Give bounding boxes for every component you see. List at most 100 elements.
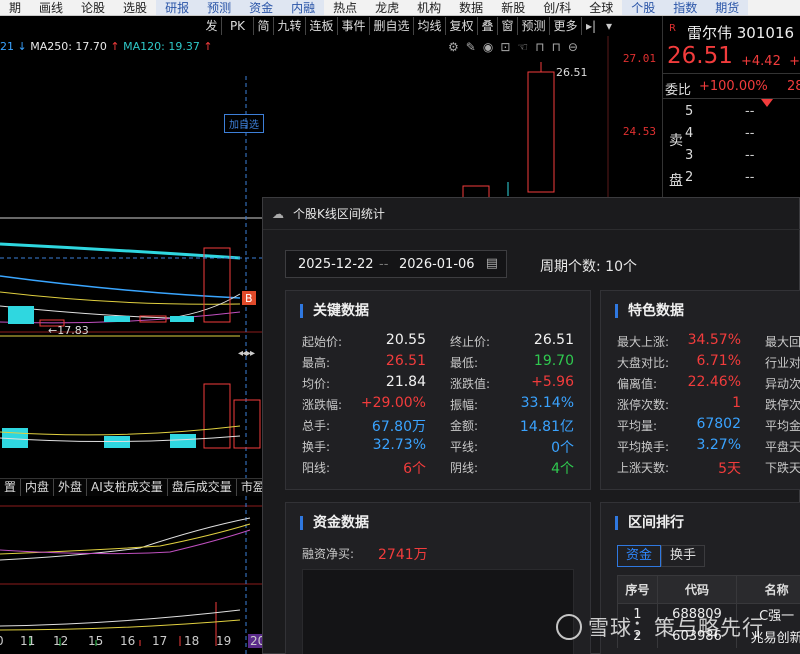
menu-item[interactable]: 数据: [450, 0, 492, 15]
edit-pen-icon[interactable]: ✎: [466, 40, 483, 54]
hand-icon[interactable]: ☜: [517, 40, 535, 54]
arrow-right-bar-icon[interactable]: ▸|: [586, 17, 596, 35]
expand-arrow-icon[interactable]: [761, 99, 773, 107]
high-price-label: 26.51: [556, 66, 588, 79]
toolbar-button[interactable]: 九转: [274, 17, 306, 35]
ask-volume: --: [745, 148, 755, 163]
weibi-value-2: 28: [787, 79, 800, 94]
toolbar-button[interactable]: 叠: [478, 17, 498, 35]
toolbar-button[interactable]: PK: [222, 17, 254, 35]
stat-label: 金额:: [450, 419, 479, 433]
toolbar-button[interactable]: 删自选: [370, 17, 414, 35]
stat-label: 大盘对比:: [617, 356, 670, 370]
calendar-icon[interactable]: ▤: [486, 256, 498, 271]
toolbar-button[interactable]: 预测: [518, 17, 550, 35]
sell-side-label: 卖: [669, 133, 683, 149]
last-price: 26.51: [667, 43, 733, 69]
toolbar-button[interactable]: 均线: [414, 17, 446, 35]
toolbar-button[interactable]: 发: [202, 17, 222, 35]
stat-value: 32.73%: [372, 437, 426, 453]
stat-label: 振幅:: [450, 398, 479, 412]
date-tick: 19: [216, 634, 232, 648]
stat-label: 阴线:: [450, 461, 479, 475]
drag-arrows-icon[interactable]: ◂◂▸▸: [238, 348, 255, 359]
cycle-count: 周期个数: 10个: [540, 256, 637, 276]
menu-item[interactable]: 画线: [30, 0, 72, 15]
market-tag: R: [669, 23, 676, 34]
cycle-count-value: 10个: [605, 259, 637, 275]
stat-label: 平均换手:: [617, 440, 670, 454]
menu-item[interactable]: 个股: [622, 0, 665, 15]
price-change-value: +4.42: [741, 54, 781, 69]
indicator-tab[interactable]: 置: [0, 479, 22, 496]
ranking-tabs: 资金 换手: [617, 545, 706, 567]
menu-item[interactable]: 机构: [408, 0, 450, 15]
column-header: 序号: [617, 575, 658, 604]
toolbar-button[interactable]: 事件: [338, 17, 370, 35]
date-tick: 12: [53, 634, 69, 648]
menu-item[interactable]: 预测: [198, 0, 241, 15]
stat-value: 4个: [551, 461, 574, 477]
indicator-tab[interactable]: 盘后成交量: [168, 479, 237, 496]
minus-circle-icon[interactable]: ⊖: [568, 40, 585, 54]
end-date[interactable]: 2026-01-06: [399, 257, 475, 272]
macd-line: [0, 609, 241, 627]
fund-data-card: 资金数据 融资净买: 2741万: [285, 502, 591, 654]
menu-item[interactable]: 论股: [72, 0, 114, 15]
stat-label: 涨跌幅:: [302, 398, 343, 412]
stat-label: 终止价:: [450, 335, 491, 349]
fund-data-title: 资金数据: [300, 516, 369, 530]
menu-item[interactable]: 期货: [706, 0, 749, 15]
menu-item[interactable]: 热点: [324, 0, 366, 15]
ask-volume: --: [745, 126, 755, 141]
toolbar-button[interactable]: 简: [254, 17, 274, 35]
menu-item[interactable]: 新股: [492, 0, 534, 15]
lock-icon[interactable]: ⊓: [535, 40, 551, 54]
menu-item[interactable]: 期: [0, 0, 30, 15]
bag-icon[interactable]: ⊡: [500, 40, 517, 54]
menu-item[interactable]: 内融: [282, 0, 325, 15]
indicator-tab[interactable]: AI支桩成交量: [87, 479, 168, 496]
toolbar-button[interactable]: 更多: [550, 17, 582, 35]
menu-item[interactable]: 指数: [664, 0, 707, 15]
menu-item[interactable]: 选股: [114, 0, 156, 15]
toolbar-button[interactable]: 连板: [306, 17, 338, 35]
tab-turnover[interactable]: 换手: [661, 545, 706, 567]
watermark-text: 雪球：策与略先行: [588, 616, 764, 640]
menu-item[interactable]: 研报: [156, 0, 199, 15]
stat-label: 最大回: [765, 335, 800, 349]
toolbar-button[interactable]: 复权: [446, 17, 478, 35]
ask-level: 5: [685, 104, 694, 119]
menu-item[interactable]: 创/科: [534, 0, 580, 15]
toolbar-button[interactable]: 窗: [498, 17, 518, 35]
stat-value: 34.57%: [687, 332, 741, 348]
stat-value: 5天: [718, 461, 741, 477]
menu-item[interactable]: 全球: [580, 0, 622, 15]
stat-label: 平均金: [765, 419, 800, 433]
indicator-tab[interactable]: 外盘: [54, 479, 88, 496]
start-date[interactable]: 2025-12-22: [298, 257, 374, 272]
gear-icon[interactable]: ⚙: [448, 40, 466, 54]
date-separator: --: [379, 257, 389, 272]
add-watchlist-tag[interactable]: 加自选: [224, 114, 264, 133]
stat-value: 20.55: [385, 332, 426, 348]
eye-icon[interactable]: ◉: [483, 40, 500, 54]
collapse-icon[interactable]: ▾: [606, 17, 612, 35]
sell-side-label: 盘: [669, 173, 683, 189]
ask-level: 3: [685, 148, 694, 163]
lock-alt-icon[interactable]: ⊓: [552, 40, 568, 54]
date-range-picker[interactable]: 2025-12-22 -- 2026-01-06 ▤: [285, 250, 507, 278]
stat-value: 67802: [696, 416, 741, 432]
low-price-label: ←17.83: [48, 324, 89, 337]
stat-label: 最低:: [450, 356, 479, 370]
chart-toolbar: 发 PK 简九转 连板 事件 删自选 均线 复权叠窗预测 更多 ▸| ▾: [0, 16, 662, 36]
indicator-tab[interactable]: 内盘: [21, 479, 55, 496]
menu-item[interactable]: 资金: [240, 0, 283, 15]
ma-legend-item: 21: [0, 40, 18, 53]
tab-fund[interactable]: 资金: [617, 545, 662, 567]
top-menu-bar: 期画线 论股 选股 研报 预测 资金 内融 热点 龙虎 机构 数据 新股 创/科 全球 个股 指数 期货: [0, 0, 800, 16]
stat-label: 平均量:: [617, 419, 658, 433]
margin-net-buy-label: 融资净买:: [302, 547, 355, 561]
stat-value: 0个: [551, 440, 574, 456]
menu-item[interactable]: 龙虎: [366, 0, 408, 15]
